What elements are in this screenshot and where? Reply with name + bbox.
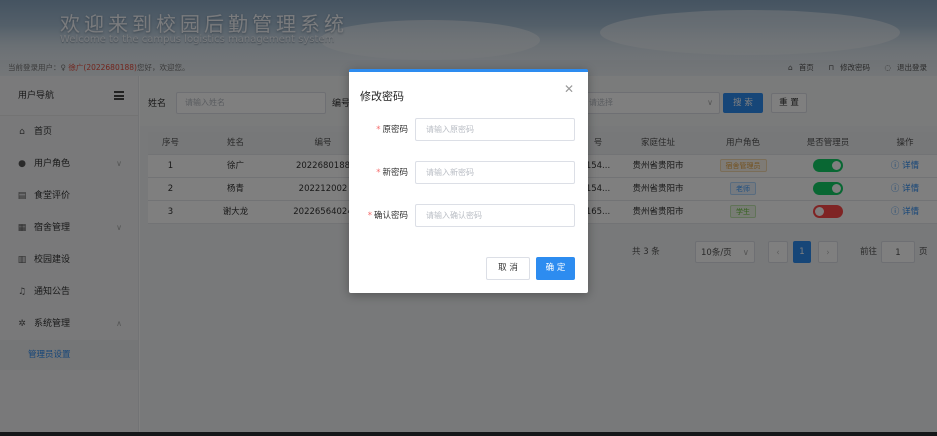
required-mark: * (376, 125, 381, 135)
field-label-text: 原密码 (382, 125, 408, 135)
new-password-label: * 新密码 (376, 166, 408, 178)
confirm-password-input[interactable]: 请输入确认密码 (415, 204, 575, 227)
confirm-button[interactable]: 确 定 (536, 257, 575, 280)
confirm-password-label: * 确认密码 (368, 209, 408, 221)
cancel-button[interactable]: 取 消 (486, 257, 530, 280)
old-password-input[interactable]: 请输入原密码 (415, 118, 575, 141)
confirm-password-row: * 确认密码 请输入确认密码 (349, 204, 588, 228)
new-password-input[interactable]: 请输入新密码 (415, 161, 575, 184)
dialog-title: 修改密码 (360, 90, 404, 103)
required-mark: * (367, 211, 372, 221)
field-label-text: 确认密码 (373, 211, 408, 221)
close-icon[interactable]: ✕ (564, 82, 574, 96)
old-password-row: * 原密码 请输入原密码 (349, 118, 588, 142)
new-password-row: * 新密码 请输入新密码 (349, 161, 588, 185)
field-label-text: 新密码 (382, 168, 408, 178)
required-mark: * (376, 168, 381, 178)
old-password-label: * 原密码 (376, 123, 408, 135)
